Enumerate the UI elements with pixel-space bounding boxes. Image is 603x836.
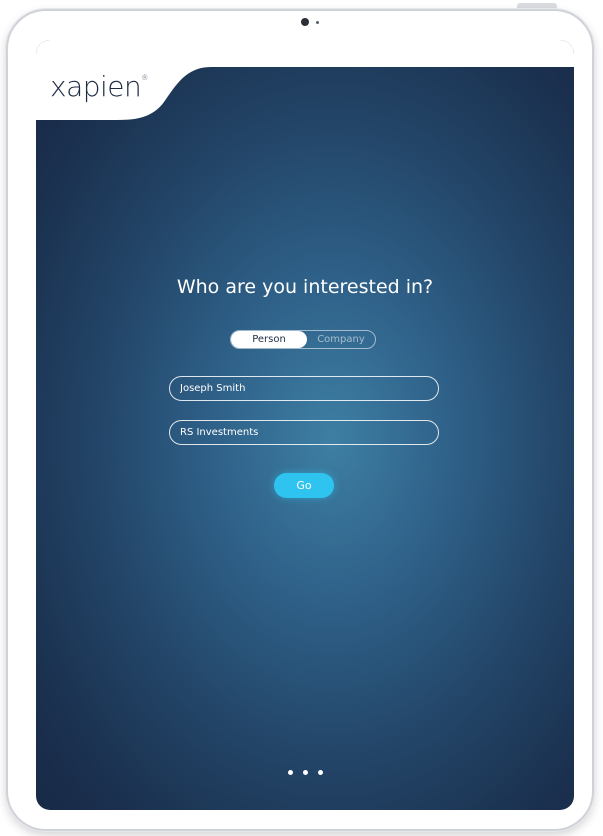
person-name-input[interactable] <box>169 376 439 401</box>
toggle-option-person[interactable]: Person <box>231 331 307 348</box>
pagination-dots <box>36 760 574 779</box>
page-dot[interactable] <box>287 770 293 775</box>
page-dot[interactable] <box>302 770 308 775</box>
sensor-icon <box>316 21 319 24</box>
page-title: Who are you interested in? <box>176 276 434 298</box>
entity-type-toggle: Person Company <box>230 330 376 349</box>
company-name-input[interactable] <box>169 420 439 445</box>
logo-mark: ® <box>141 74 148 82</box>
logo-text: xapien <box>50 70 142 103</box>
page-dot[interactable] <box>317 770 323 775</box>
go-button[interactable]: Go <box>274 473 334 498</box>
app-screen: xapien® Who are you interested in? Perso… <box>36 40 574 810</box>
camera-icon <box>301 18 309 26</box>
toggle-option-company[interactable]: Company <box>307 331 375 348</box>
xapien-logo: xapien® <box>50 70 148 103</box>
